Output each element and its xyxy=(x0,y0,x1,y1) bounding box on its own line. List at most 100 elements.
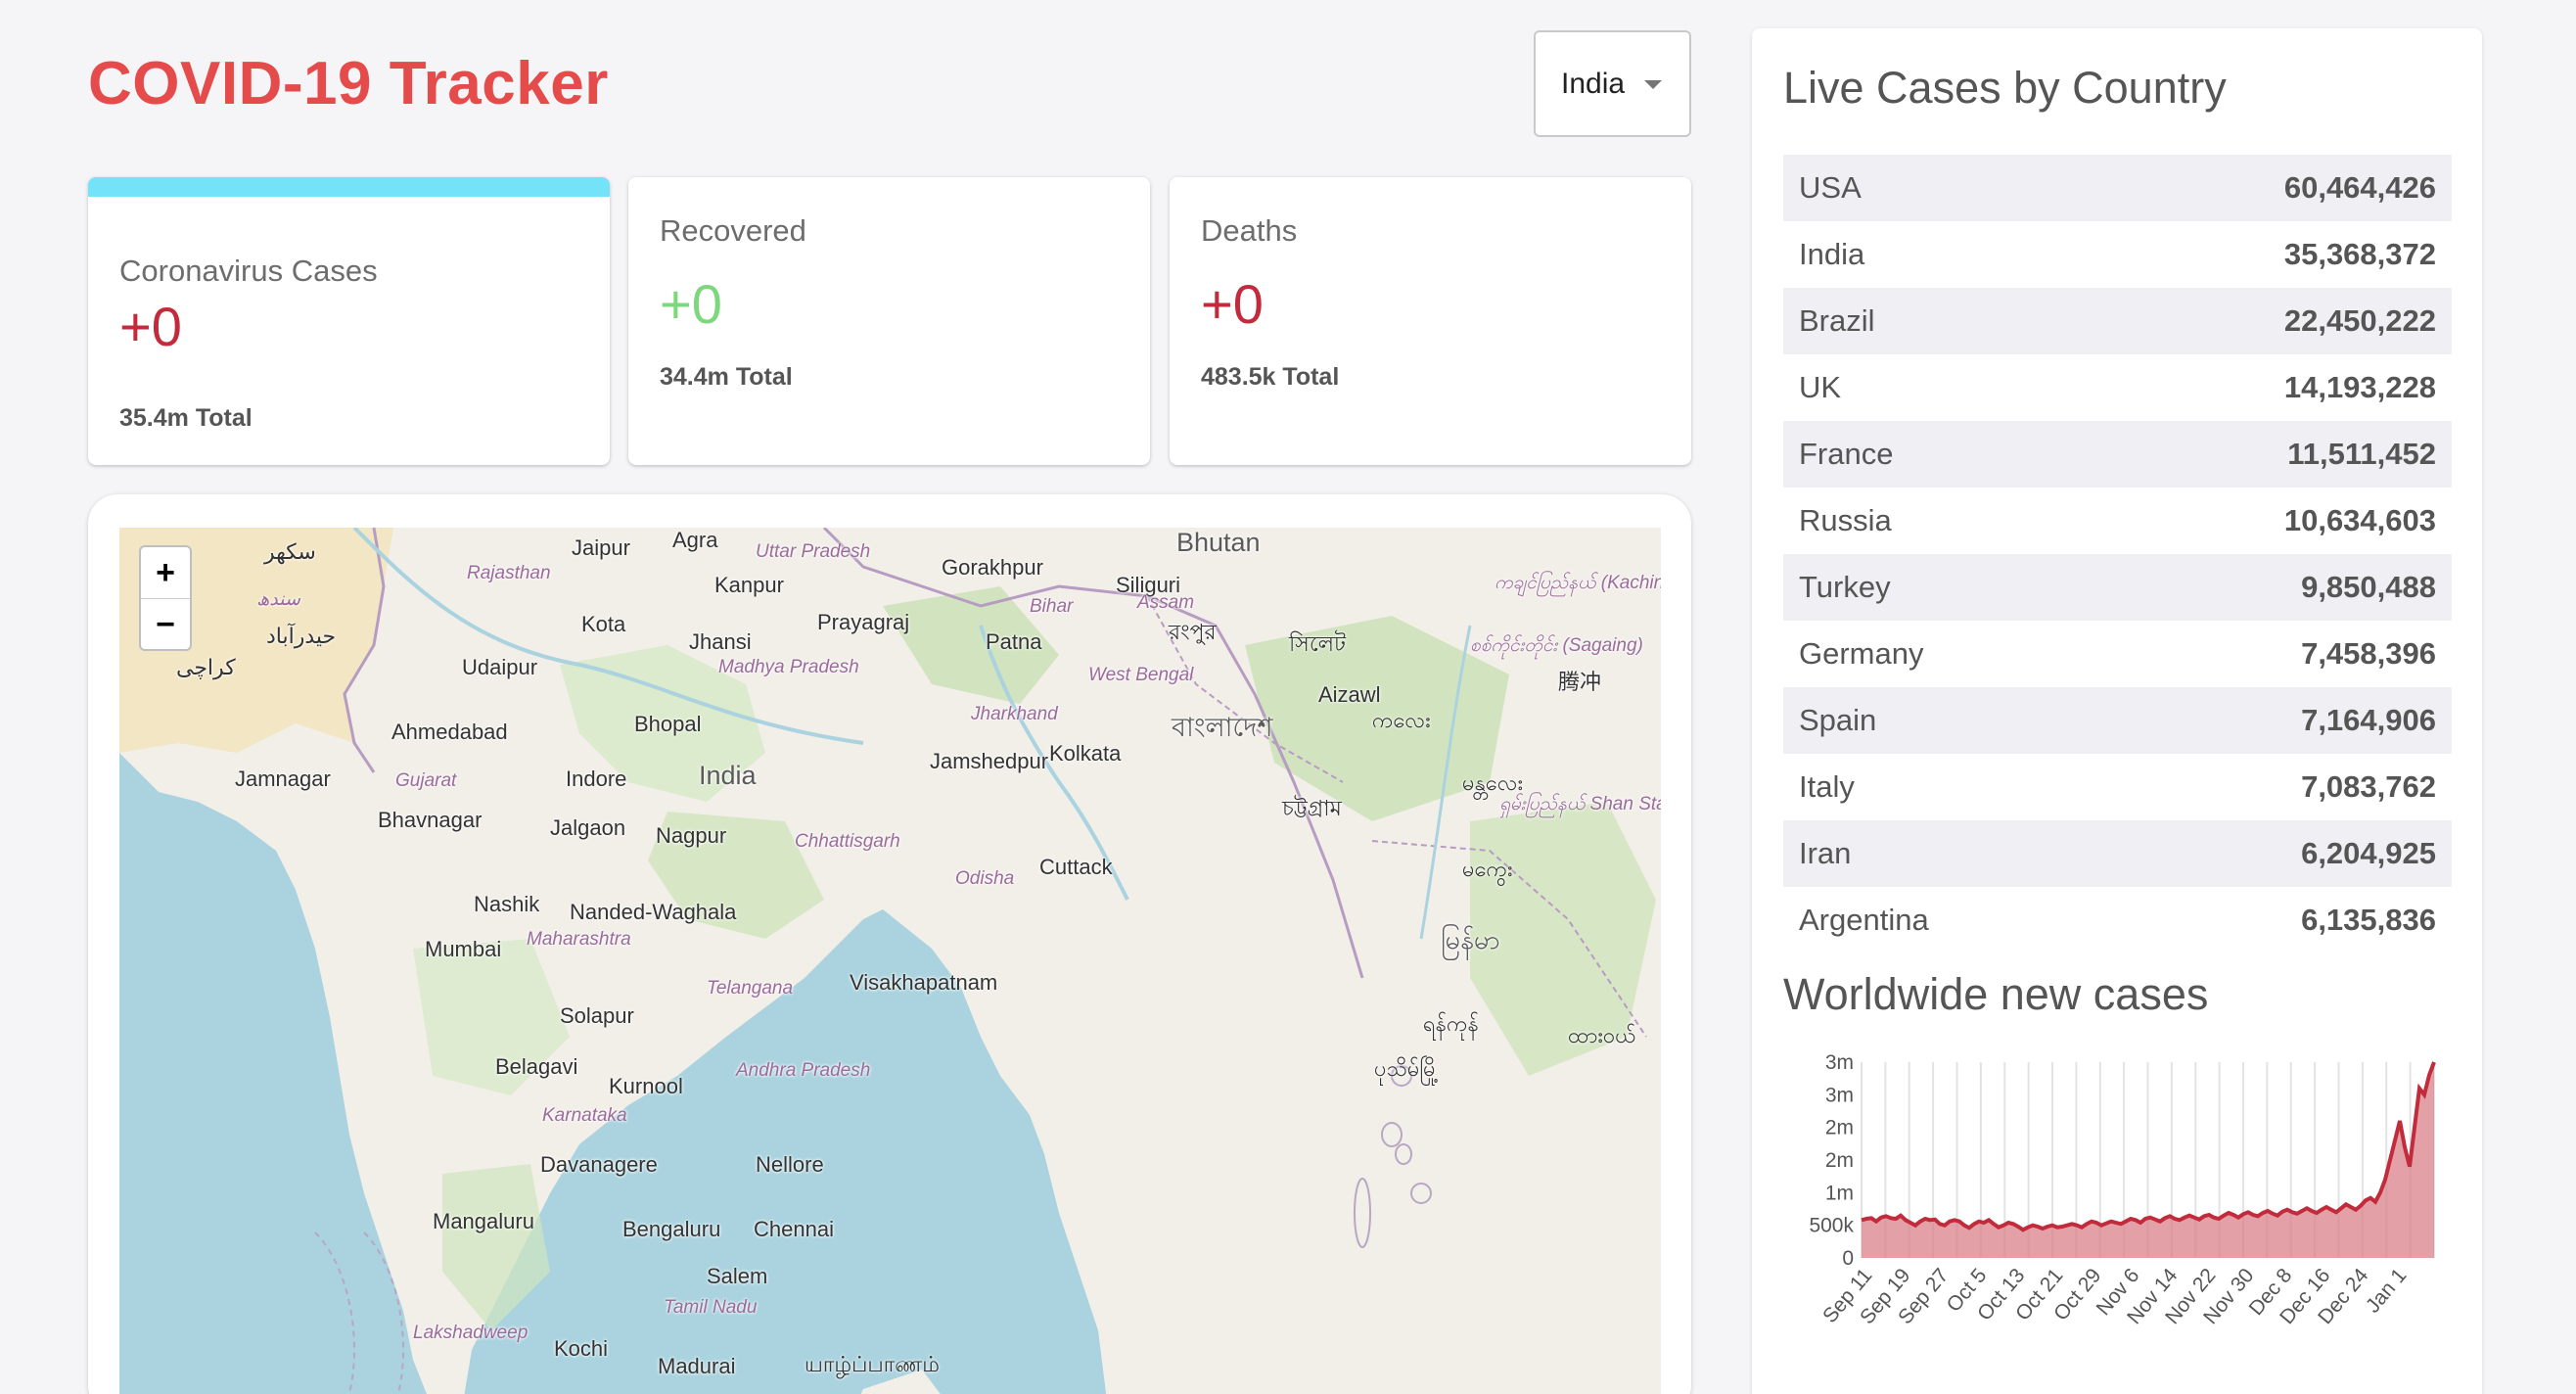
country-name: Russia xyxy=(1799,503,1892,537)
country-name: Brazil xyxy=(1783,288,2096,354)
map-label: Cuttack xyxy=(1039,855,1113,879)
deaths-card[interactable]: Deaths +0 483.5k Total xyxy=(1170,177,1691,465)
map-label: Jalgaon xyxy=(550,815,626,840)
cases-card-value: +0 xyxy=(119,296,182,357)
table-row: Turkey 9,850,488 xyxy=(1783,554,2452,621)
y-tick-label: 2m xyxy=(1825,1117,1854,1139)
map-label: Mumbai xyxy=(425,937,502,961)
recovered-card-value: +0 xyxy=(660,273,722,335)
deaths-card-title: Deaths xyxy=(1201,213,1298,248)
map-label: Assam xyxy=(1137,592,1195,613)
cases-card[interactable]: Coronavirus Cases +0 35.4m Total xyxy=(88,177,610,465)
map-label: Aizawl xyxy=(1318,682,1381,707)
country-cases: 60,464,426 xyxy=(2095,155,2452,221)
map-label: Kurnool xyxy=(609,1074,683,1098)
map-label: ပုသိမ်မြို့ xyxy=(1374,1056,1440,1081)
map-label: 腾冲 xyxy=(1558,670,1602,694)
recovered-card-total: 34.4m Total xyxy=(660,363,793,391)
map-label: كراچی xyxy=(176,655,236,679)
map-label: سندھ xyxy=(256,589,300,610)
table-row: Russia 10,634,603 xyxy=(1783,488,2452,554)
map-label: চট্টগ্রাম xyxy=(1282,796,1342,820)
country-select-value: India xyxy=(1561,67,1626,100)
map-label: Patna xyxy=(986,629,1042,654)
map-label: ရှမ်းပြည်နယ် Shan State xyxy=(1499,794,1661,814)
map-label: Visakhapatnam xyxy=(850,970,998,995)
map-label: Bengaluru xyxy=(622,1217,721,1241)
map-label: Davanagere xyxy=(540,1152,658,1177)
zoom-in-button[interactable]: + xyxy=(141,547,190,599)
map-label: Solapur xyxy=(560,1003,634,1028)
map-label: Nellore xyxy=(756,1152,824,1177)
table-row: Germany 7,458,396 xyxy=(1783,621,2452,687)
table-row: Brazil 22,450,222 xyxy=(1783,288,2452,354)
map-label: Nanded-Waghala xyxy=(570,900,737,924)
y-tick-label: 2m xyxy=(1825,1149,1854,1172)
country-name: Turkey xyxy=(1783,554,2096,621)
country-name: Germany xyxy=(1799,636,1924,671)
map-label: Odisha xyxy=(955,868,1015,889)
map-label: မြန်မာ xyxy=(1441,925,1500,954)
map-label: မကွေး xyxy=(1462,857,1513,881)
table-row: Argentina 6,135,836 xyxy=(1783,887,2452,953)
map-label: Telangana xyxy=(707,978,794,999)
map-label: Jamnagar xyxy=(235,767,331,791)
map-label: Kanpur xyxy=(714,573,784,597)
country-name: Italy xyxy=(1799,769,1855,804)
table-row: India 35,368,372 xyxy=(1783,221,2452,288)
map-label: ထားဝယ် xyxy=(1568,1023,1636,1047)
cases-card-total: 35.4m Total xyxy=(119,404,253,432)
map-label: Jaipur xyxy=(572,535,630,560)
map-label: Kochi xyxy=(554,1336,609,1361)
x-tick-label: Jan 1 xyxy=(2362,1264,2412,1317)
map-label: Prayagraj xyxy=(817,610,910,634)
country-cases: 35,368,372 xyxy=(2283,237,2436,271)
zoom-out-button[interactable]: − xyxy=(141,599,190,649)
map-label: Jamshedpur xyxy=(930,749,1049,773)
y-tick-label: 3m xyxy=(1825,1051,1854,1074)
map-label: Udaipur xyxy=(462,655,538,679)
map-label: سکھر xyxy=(264,539,316,564)
map-label: Nagpur xyxy=(656,823,727,848)
deaths-card-value: +0 xyxy=(1201,273,1264,335)
country-select[interactable]: India xyxy=(1534,30,1691,137)
recovered-card[interactable]: Recovered +0 34.4m Total xyxy=(628,177,1150,465)
map-label: Mangaluru xyxy=(433,1209,534,1233)
country-name: India xyxy=(1799,237,1865,271)
map-label: စစ်ကိုင်းတိုင်း (Sagaing) xyxy=(1470,635,1643,656)
y-tick-label: 0 xyxy=(1842,1247,1854,1270)
map-label: Kota xyxy=(581,612,626,636)
country-cases: 7,164,906 xyxy=(2095,687,2452,754)
map-label: Chhattisgarh xyxy=(795,831,900,852)
map-label: حیدرآباد xyxy=(266,624,337,648)
map-label: বাংলাদেশ xyxy=(1172,713,1273,742)
map-label: Agra xyxy=(672,528,718,552)
map-view[interactable]: سکھر Jaipur Agra Uttar Pradesh Bhutan Rajasth… xyxy=(119,528,1661,1394)
table-row: USA 60,464,426 xyxy=(1783,155,2452,221)
map-label: ကချင်ပြည်နယ် (Kachin) xyxy=(1495,573,1661,593)
map-label: Tamil Nadu xyxy=(664,1297,758,1318)
map-label: Nashik xyxy=(474,892,540,916)
map-label: Jhansi xyxy=(689,629,752,654)
country-table: USA 60,464,426 India 35,368,372 Brazil 22,450… xyxy=(1783,155,2452,953)
country-name: Argentina xyxy=(1799,903,1929,937)
map-label: Jharkhand xyxy=(971,704,1058,724)
map-label: Gujarat xyxy=(395,770,457,791)
live-cases-title: Live Cases by Country xyxy=(1783,63,2227,113)
table-row: France 11,511,452 xyxy=(1783,421,2452,488)
map-label: Madurai xyxy=(658,1354,736,1378)
deaths-card-total: 483.5k Total xyxy=(1201,363,1340,391)
map-label: Bhopal xyxy=(634,712,702,736)
country-cases: 9,850,488 xyxy=(2095,554,2452,621)
map-label: রংপুর xyxy=(1169,620,1217,644)
country-cases: 7,458,396 xyxy=(2301,636,2436,671)
map-label: Karnataka xyxy=(542,1105,627,1126)
map-label: Chennai xyxy=(754,1217,834,1241)
map-label: Gorakhpur xyxy=(942,555,1043,580)
country-name: Spain xyxy=(1783,687,2096,754)
map-label: India xyxy=(699,761,757,790)
country-cases: 22,450,222 xyxy=(2095,288,2452,354)
worldwide-chart: 0500k1m2m2m3m3mSep 11Sep 19Sep 27Oct 5Oc… xyxy=(1809,1051,2436,1328)
map-label: Maharashtra xyxy=(527,929,631,950)
cases-card-title: Coronavirus Cases xyxy=(119,254,378,288)
